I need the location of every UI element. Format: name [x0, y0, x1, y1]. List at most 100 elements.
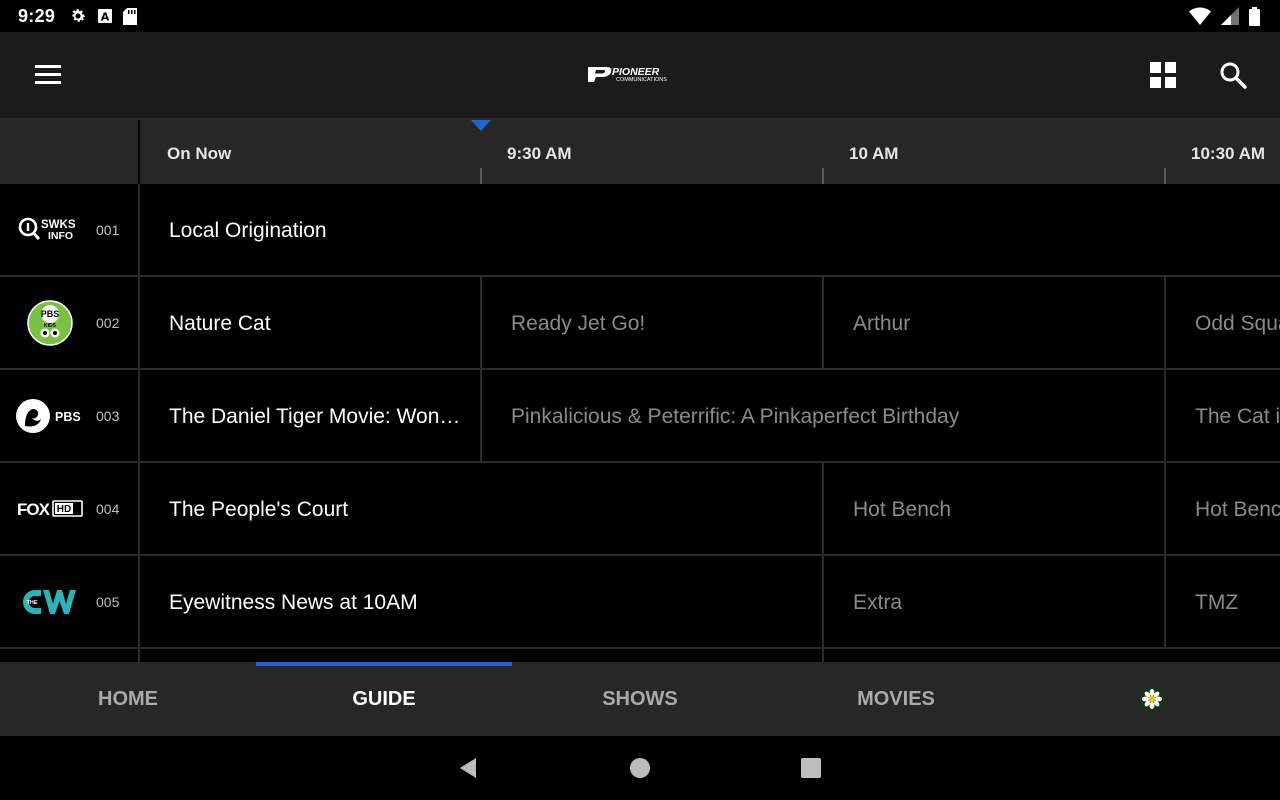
- program-cell[interactable]: Nature Cat: [140, 277, 482, 368]
- channel-cell[interactable]: [0, 649, 140, 662]
- program-cell[interactable]: TMZ: [1166, 556, 1280, 647]
- svg-text:A: A: [101, 11, 110, 24]
- tab-label: HOME: [98, 687, 158, 710]
- tab-home[interactable]: HOME: [0, 662, 256, 736]
- system-nav: [0, 736, 1280, 800]
- time-slot-on-now: On Now: [140, 120, 482, 184]
- recents-button[interactable]: [799, 756, 823, 785]
- program-cell[interactable]: Ready Jet Go!: [482, 277, 824, 368]
- menu-icon: [35, 65, 61, 84]
- svg-text:THE: THE: [27, 600, 38, 606]
- channel-number: 003: [96, 408, 120, 424]
- tab-movies[interactable]: MOVIES: [768, 662, 1024, 736]
- program-title: Nature Cat: [169, 312, 271, 335]
- tab-label: SHOWS: [602, 687, 678, 710]
- time-tick: [822, 168, 824, 184]
- program-cell[interactable]: Arthur: [824, 277, 1166, 368]
- program-title: Hot Bench: [853, 498, 952, 521]
- fox-hd-logo: FOX HD: [14, 485, 86, 533]
- now-marker: [471, 120, 491, 131]
- time-slot-1000: 10 AM: [822, 120, 1164, 184]
- channel-number: 004: [96, 501, 120, 517]
- program-cell[interactable]: Local Origination: [140, 184, 1280, 275]
- svg-text:PBS: PBS: [41, 309, 60, 319]
- svg-text:KIDS: KIDS: [44, 323, 57, 329]
- font-a-icon: A: [97, 8, 113, 24]
- recents-square-icon: [801, 758, 821, 778]
- channel-row: FOX HD 004 The People's Court Hot Bench …: [0, 463, 1280, 556]
- svg-text:HD: HD: [57, 504, 71, 515]
- cellular-icon: [1221, 7, 1239, 25]
- status-bar: 9:29 A: [0, 0, 1280, 32]
- tab-guide[interactable]: GUIDE: [256, 662, 512, 736]
- program-cell[interactable]: Extra: [824, 556, 1166, 647]
- status-time: 9:29: [18, 5, 56, 26]
- bottom-nav: HOME GUIDE SHOWS MOVIES: [0, 662, 1280, 736]
- time-slot-label: 10:30 AM: [1191, 144, 1266, 163]
- svg-text:INFO: INFO: [48, 230, 73, 242]
- back-button[interactable]: [456, 756, 480, 785]
- time-tick: [480, 168, 482, 184]
- program-title: Hot Bench: [1195, 498, 1280, 521]
- program-cell[interactable]: Pinkalicious & Peterrific: A Pinkaperfec…: [482, 370, 1166, 461]
- guide-grid[interactable]: SWKS INFO 001 Local Origination PBS KIDS: [0, 184, 1280, 662]
- pbs-kids-logo: PBS KIDS: [14, 299, 86, 347]
- program-cell[interactable]: The People's Court: [140, 463, 824, 554]
- channel-row: SWKS INFO 001 Local Origination: [0, 184, 1280, 277]
- menu-button[interactable]: [30, 59, 66, 91]
- channel-number: 001: [96, 222, 120, 238]
- program-title: TMZ: [1195, 591, 1239, 614]
- program-cell[interactable]: [140, 649, 824, 662]
- channel-number: 002: [96, 315, 120, 331]
- swks-info-logo: SWKS INFO: [14, 206, 86, 254]
- grid-view-button[interactable]: [1146, 58, 1180, 92]
- program-cell[interactable]: Odd Squad: [1166, 277, 1280, 368]
- tab-profile[interactable]: [1024, 662, 1280, 736]
- battery-icon: [1249, 6, 1260, 26]
- pioneer-logo: PIONEER COMMUNICATIONS: [586, 64, 690, 84]
- svg-text:FOX: FOX: [17, 500, 51, 519]
- program-title: Ready Jet Go!: [511, 312, 646, 335]
- tab-label: GUIDE: [352, 687, 416, 710]
- program-title: Pinkalicious & Peterrific: A Pinkaperfec…: [511, 405, 960, 428]
- program-cell[interactable]: The Cat in the Hat: [1166, 370, 1280, 461]
- app-bar: PIONEER COMMUNICATIONS: [0, 32, 1280, 120]
- home-button[interactable]: [628, 756, 652, 785]
- tab-shows[interactable]: SHOWS: [512, 662, 768, 736]
- time-slot-1030: 10:30 AM: [1164, 120, 1280, 184]
- channel-row: [0, 649, 1280, 662]
- back-triangle-icon: [460, 758, 476, 778]
- program-title: Local Origination: [169, 219, 327, 242]
- search-icon: [1220, 62, 1247, 89]
- channel-cell[interactable]: FOX HD 004: [0, 463, 140, 554]
- logo-subtext: COMMUNICATIONS: [616, 77, 667, 83]
- channel-row: PBS KIDS 002 Nature Cat Ready Jet Go! Ar…: [0, 277, 1280, 370]
- program-cell[interactable]: The Daniel Tiger Movie: Won…: [140, 370, 482, 461]
- program-cell[interactable]: Hot Bench: [824, 463, 1166, 554]
- time-header: On Now 9:30 AM 10 AM 10:30 AM: [0, 120, 1280, 184]
- flower-avatar-icon: [1139, 686, 1165, 712]
- cw-logo: THE: [14, 578, 86, 626]
- tab-label: MOVIES: [857, 687, 935, 710]
- time-slot-label: 9:30 AM: [507, 144, 572, 163]
- channel-cell[interactable]: SWKS INFO 001: [0, 184, 140, 275]
- active-tab-indicator: [256, 662, 512, 666]
- time-slot-930: 9:30 AM: [480, 120, 822, 184]
- channel-number: 005: [96, 594, 120, 610]
- program-title: Arthur: [853, 312, 911, 335]
- program-cell[interactable]: Eyewitness News at 10AM: [140, 556, 824, 647]
- time-tick: [1164, 168, 1166, 184]
- channel-cell[interactable]: THE 005: [0, 556, 140, 647]
- channel-cell[interactable]: PBS KIDS 002: [0, 277, 140, 368]
- channel-row: THE 005 Eyewitness News at 10AM Extra TM…: [0, 556, 1280, 649]
- program-cell[interactable]: Hot Bench: [1166, 463, 1280, 554]
- time-header-corner: [0, 120, 140, 184]
- sd-card-icon: [123, 7, 138, 25]
- program-title: The Daniel Tiger Movie: Won…: [169, 405, 461, 428]
- program-title: Extra: [853, 591, 903, 614]
- channel-cell[interactable]: PBS 003: [0, 370, 140, 461]
- channel-row: PBS 003 The Daniel Tiger Movie: Won… Pin…: [0, 370, 1280, 463]
- status-icons-right: [1189, 0, 1260, 32]
- grid-icon: [1150, 62, 1176, 88]
- search-button[interactable]: [1216, 58, 1250, 92]
